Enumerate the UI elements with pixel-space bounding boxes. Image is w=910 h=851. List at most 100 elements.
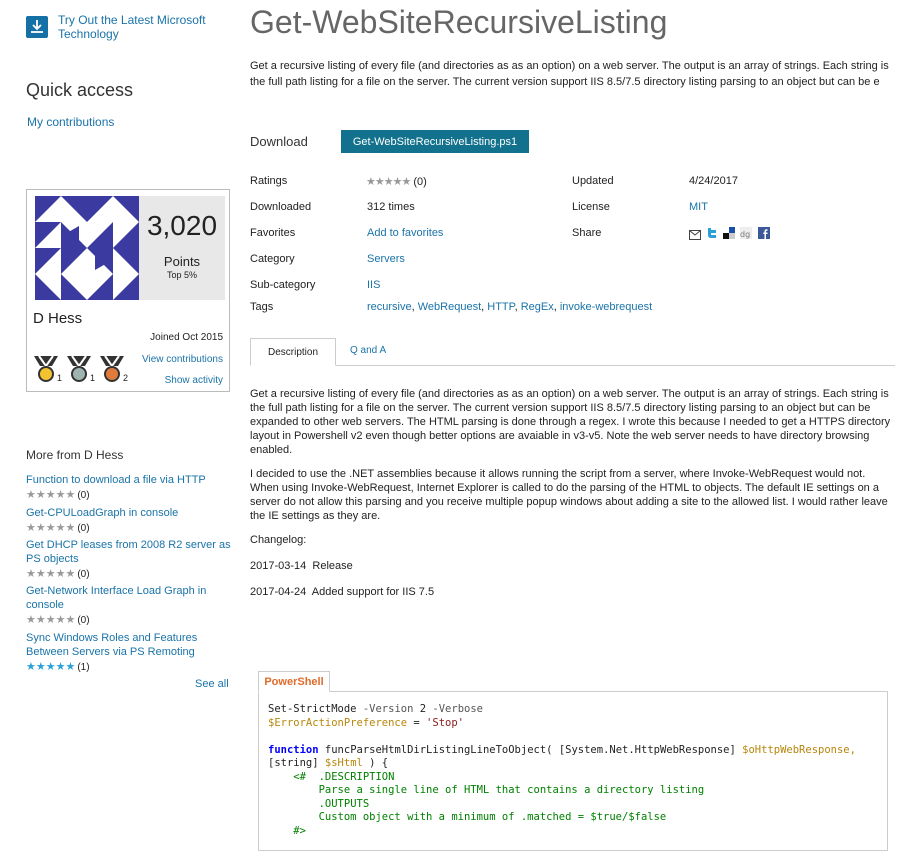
more-item-link[interactable]: Function to download a file via HTTP (26, 473, 236, 487)
download-icon (26, 16, 48, 38)
description-body: Get a recursive listing of every file (a… (250, 387, 895, 609)
code-token: 2 (419, 703, 427, 715)
code-token: [System.Net.HttpWebResponse] (558, 743, 736, 756)
promo-banner[interactable]: Try Out the Latest Microsoft Technology (26, 13, 231, 45)
twitter-icon[interactable] (706, 227, 718, 239)
show-activity-link[interactable]: Show activity (165, 375, 223, 386)
view-contributions-link[interactable]: View contributions (142, 354, 223, 365)
changelog-entry: 2017-03-14 Release (250, 560, 353, 572)
user-name: D Hess (33, 310, 83, 327)
code-token: -Version (362, 703, 414, 715)
code-comment: .OUTPUTS (293, 797, 370, 810)
add-to-favorites-link[interactable]: Add to favorites (367, 227, 443, 239)
more-item-link[interactable]: Get-CPULoadGraph in console (26, 506, 236, 520)
code-comment: Custom object with a minimum of .matched… (268, 811, 667, 823)
gold-medal-count: 1 (57, 373, 63, 383)
favorites-label: Favorites (250, 227, 296, 239)
profile-card: 3,020 Points Top 5% D Hess Joined Oct 20… (26, 189, 230, 392)
tag-link[interactable]: invoke-webrequest (560, 301, 652, 313)
silver-medal-icon: 1 (64, 354, 96, 384)
code-language-tab[interactable]: PowerShell (258, 671, 330, 692)
points-label: Points (163, 254, 201, 269)
tab-q-and-a[interactable]: Q and A (350, 345, 386, 356)
more-from-title: More from D Hess (26, 448, 124, 462)
code-comment: Parse a single line of HTML that contain… (268, 784, 705, 796)
share-icons: dg (689, 227, 770, 241)
points-box: 3,020 Points Top 5% (139, 196, 225, 300)
rating-stars: ★★★★★ (26, 489, 76, 501)
code-comment: <# .DESCRIPTION (293, 770, 395, 783)
subcategory-link[interactable]: IIS (367, 279, 380, 291)
code-token: 'Stop' (426, 716, 464, 729)
rating-stars: ★★★★★ (26, 661, 76, 673)
email-icon[interactable] (689, 229, 701, 241)
code-comment: #> (293, 824, 306, 837)
rating-stars: ★★★★★ (26, 568, 76, 580)
code-block: Set-StrictMode -Version 2 -Verbose $Erro… (258, 691, 888, 851)
points-rank: Top 5% (166, 270, 198, 280)
list-item: Get-CPULoadGraph in console ★★★★★ (0) (26, 506, 236, 534)
code-token: $ErrorActionPreference (268, 716, 408, 729)
see-all-link[interactable]: See all (195, 678, 229, 690)
digg-icon[interactable]: dg (740, 227, 752, 239)
my-contributions-link[interactable]: My contributions (27, 115, 114, 129)
description-paragraph: Get a recursive listing of every file (a… (250, 388, 891, 456)
list-item: Get DHCP leases from 2008 R2 server as P… (26, 538, 231, 580)
page-title: Get-WebSiteRecursiveListing (250, 4, 668, 40)
tag-link[interactable]: WebRequest (418, 301, 481, 313)
share-label: Share (572, 227, 602, 239)
tag-link[interactable]: RegEx (521, 301, 554, 313)
rating-count: (1) (77, 662, 90, 673)
code-token: $sHtml (324, 757, 363, 769)
facebook-icon[interactable] (758, 227, 770, 239)
updated-value: 4/24/2017 (689, 175, 738, 187)
tags-list: recursive, WebRequest, HTTP, RegEx, invo… (367, 301, 653, 313)
summary-text: Get a recursive listing of every file (a… (250, 60, 889, 88)
download-label: Download (250, 134, 308, 149)
content-tabs: Description Q and A (250, 338, 895, 366)
code-token: [string] (268, 757, 319, 769)
bronze-medal-icon: 2 (97, 354, 129, 384)
rating-count: (0) (77, 490, 90, 501)
category-label: Category (250, 253, 295, 265)
gold-medal-icon: 1 (31, 354, 63, 384)
rating-stars: ★★★★★ (366, 176, 411, 188)
description-paragraph: I decided to use the .NET assemblies bec… (250, 468, 888, 522)
quick-access-title: Quick access (26, 80, 134, 100)
tags-label: Tags (250, 301, 274, 313)
rating-stars: ★★★★★ (26, 522, 76, 534)
rating-count: (0) (77, 615, 90, 626)
license-label: License (572, 201, 610, 213)
silver-medal-count: 1 (90, 373, 96, 383)
download-button[interactable]: Get-WebSiteRecursiveListing.ps1 (341, 130, 529, 153)
changelog-title: Changelog: (250, 534, 307, 546)
tag-link[interactable]: HTTP (487, 301, 514, 313)
more-item-link[interactable]: Get DHCP leases from 2008 R2 server as P… (26, 538, 231, 566)
downloaded-label: Downloaded (250, 201, 312, 213)
code-token: Set-StrictMode (268, 703, 357, 715)
updated-label: Updated (572, 175, 614, 187)
tab-description[interactable]: Description (250, 338, 336, 366)
code-token: ) { (362, 757, 389, 769)
list-item: Function to download a file via HTTP ★★★… (26, 473, 236, 501)
bronze-medal-count: 2 (123, 373, 129, 383)
rating-count: (0) (77, 523, 90, 534)
license-link[interactable]: MIT (689, 201, 708, 213)
rating-stars: ★★★★★ (26, 614, 76, 626)
delicious-icon[interactable] (723, 227, 735, 239)
code-token: -Verbose (432, 703, 483, 715)
downloaded-value: 312 times (367, 201, 415, 213)
list-item: Get-Network Interface Load Graph in cons… (26, 584, 216, 626)
code-content: Set-StrictMode -Version 2 -Verbose $Erro… (268, 703, 856, 838)
more-item-link[interactable]: Get-Network Interface Load Graph in cons… (26, 584, 216, 612)
promo-link[interactable]: Try Out the Latest Microsoft Technology (58, 13, 238, 41)
category-link[interactable]: Servers (367, 253, 405, 265)
ratings-label: Ratings (250, 175, 288, 187)
more-item-link[interactable]: Sync Windows Roles and Features Between … (26, 631, 206, 659)
tag-link[interactable]: recursive (367, 301, 412, 313)
code-token: funcParseHtmlDirListingLineToObject( (324, 743, 553, 756)
subcategory-label: Sub-category (250, 279, 316, 291)
code-token: = (407, 716, 427, 729)
ratings-value: ★★★★★ (0) (366, 175, 427, 188)
svg-text:dg: dg (740, 230, 750, 239)
